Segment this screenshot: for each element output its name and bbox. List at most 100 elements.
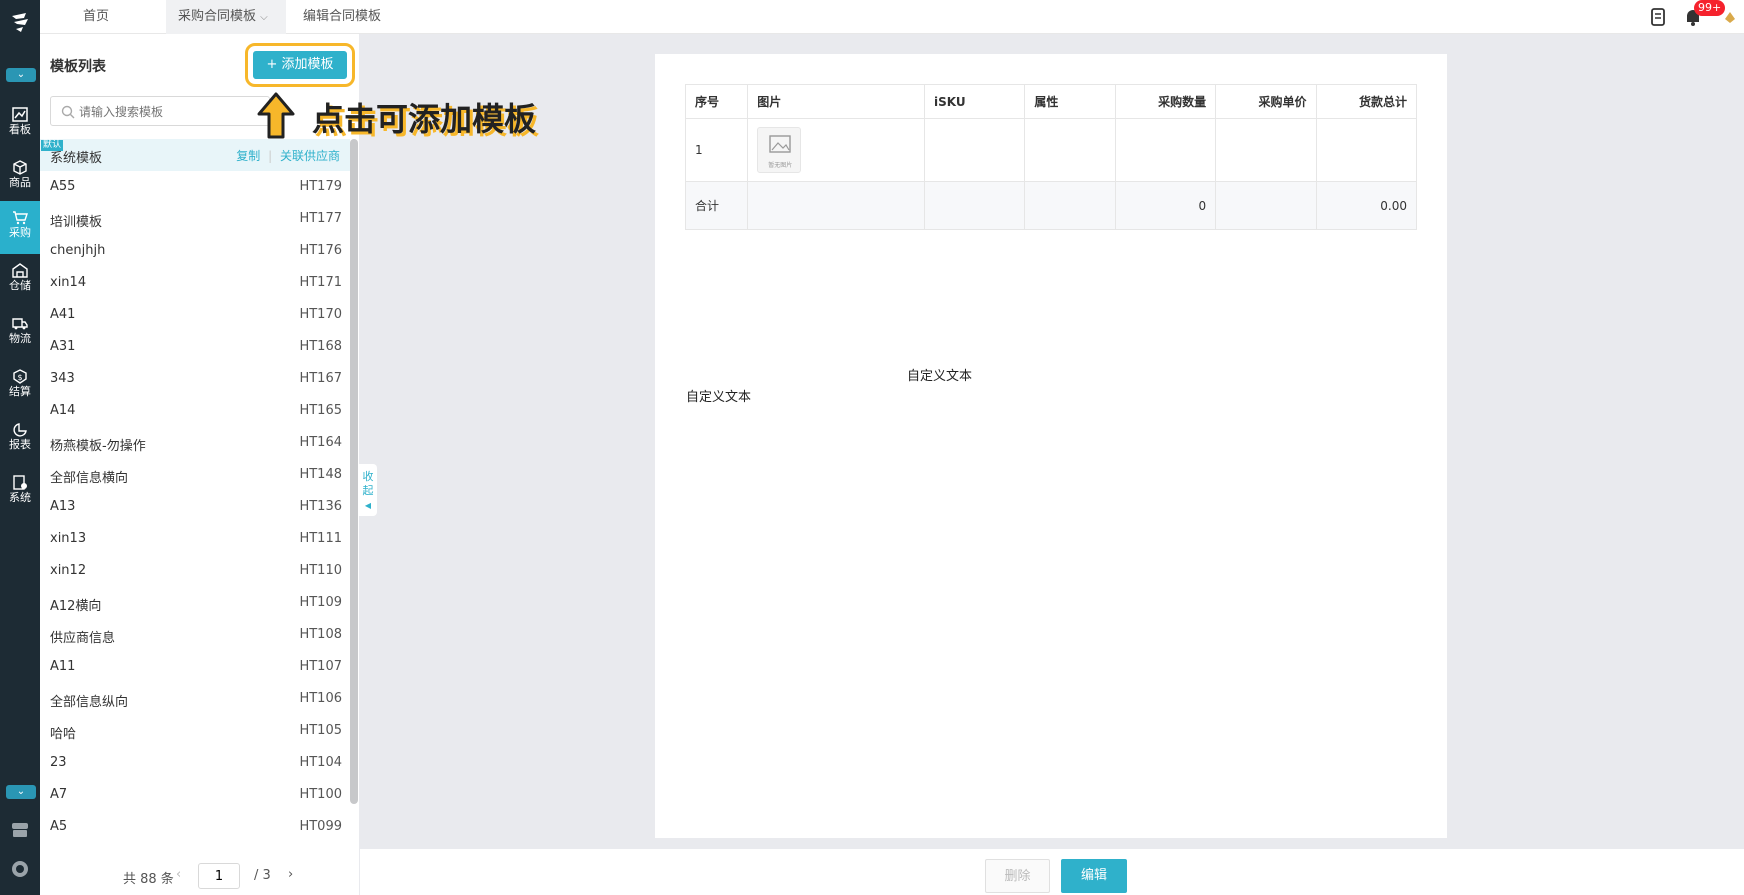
image-icon [769, 135, 791, 153]
list-item[interactable]: 全部信息纵向 HT106 [40, 683, 350, 715]
template-name: 培训模板 [50, 215, 103, 230]
nav-label: 采购 [9, 226, 31, 239]
template-name: A5 [50, 819, 68, 834]
caret-left-icon: ◀ [364, 501, 372, 510]
cart-icon [13, 211, 28, 225]
list-item[interactable]: A41 HT170 [40, 299, 350, 331]
template-code: HT104 [299, 755, 342, 770]
tab-label: 采购合同模板 [178, 9, 257, 24]
add-template-button[interactable]: + 添加模板 [253, 51, 347, 79]
total-empty [1024, 181, 1116, 230]
search-input[interactable] [79, 102, 259, 122]
cell-attributes [1024, 118, 1116, 182]
total-count: 共 88 条 [123, 872, 174, 887]
image-placeholder: 暂无图片 [757, 127, 802, 173]
document-icon[interactable] [1650, 7, 1668, 27]
tab-home[interactable]: 首页 [83, 0, 143, 34]
chevron-down-icon[interactable]: ⌵ [260, 12, 268, 23]
prev-page-icon[interactable]: ‹ [176, 867, 181, 882]
list-item[interactable]: 杨燕模板-勿操作 HT164 [40, 427, 350, 459]
divider: | [268, 149, 273, 163]
list-item[interactable]: A7 HT100 [40, 779, 350, 811]
chevron-down-icon[interactable]: ⌄ [6, 785, 36, 799]
tab-purchase-contract-template[interactable]: 采购合同模板 ⌵ × [166, 0, 286, 59]
list-item[interactable]: A5 HT099 [40, 811, 350, 843]
pie-chart-icon [13, 423, 27, 437]
dollar-icon: $ [13, 369, 27, 384]
template-code: HT108 [299, 627, 342, 642]
chevron-down-icon[interactable]: ⌄ [6, 68, 36, 82]
tab-label: 首页 [83, 9, 110, 24]
template-code: HT171 [299, 275, 342, 290]
list-item[interactable]: A31 HT168 [40, 331, 350, 363]
list-item[interactable]: chenjhjh HT176 [40, 235, 350, 267]
copy-link[interactable]: 复制 [236, 149, 260, 163]
list-item[interactable]: A13 HT136 [40, 491, 350, 523]
contract-preview: 序号 图片 iSKU 属性 采购数量 采购单价 货款总计 1 暂无图片 合计 0… [655, 54, 1447, 838]
list-item[interactable]: A11 HT107 [40, 651, 350, 683]
template-name: xin13 [50, 531, 87, 546]
next-page-icon[interactable]: › [288, 867, 293, 882]
list-scrollbar[interactable] [350, 139, 358, 804]
total-pages: / 3 [254, 868, 271, 883]
nav-item-purchase[interactable]: 采购 [0, 201, 40, 254]
cell-image: 暂无图片 [747, 118, 925, 182]
list-item[interactable]: 供应商信息 HT108 [40, 619, 350, 651]
edit-button[interactable]: 编辑 [1061, 859, 1127, 893]
list-item[interactable]: A12横向 HT109 [40, 587, 350, 619]
nav-item-system[interactable]: 系统 [0, 466, 40, 519]
nav-label: 仓储 [9, 279, 31, 292]
link-supplier-link[interactable]: 关联供应商 [280, 149, 340, 163]
support-icon[interactable] [10, 859, 30, 879]
total-empty [1215, 181, 1317, 230]
list-item[interactable]: A14 HT165 [40, 395, 350, 427]
list-item[interactable]: 全部信息横向 HT148 [40, 459, 350, 491]
store-icon[interactable] [10, 820, 30, 840]
template-code: HT099 [299, 819, 342, 834]
template-code: HT111 [299, 531, 342, 546]
tab-label: 编辑合同模板 [303, 9, 382, 24]
delete-button[interactable]: 删除 [985, 859, 1050, 893]
list-item[interactable]: xin14 HT171 [40, 267, 350, 299]
truck-icon [12, 318, 28, 330]
nav-item-products[interactable]: 商品 [0, 151, 40, 204]
list-item[interactable]: xin13 HT111 [40, 523, 350, 555]
template-code: HT170 [299, 307, 342, 322]
nav-label: 结算 [9, 385, 31, 398]
nav-item-logistics[interactable]: 物流 [0, 307, 40, 360]
list-item[interactable]: 培训模板 HT177 [40, 203, 350, 235]
tab-edit-contract-template[interactable]: 编辑合同模板 [303, 0, 413, 34]
table-row: 1 暂无图片 [684, 118, 1418, 182]
collapse-panel-button[interactable]: 收起 ◀ [359, 464, 377, 516]
pagination: 共 88 条 ‹ / 3 › [40, 859, 359, 895]
notification-badge: 99+ [1694, 0, 1726, 16]
action-footer: 删除 编辑 [360, 849, 1744, 895]
list-item[interactable]: A55 HT179 [40, 171, 350, 203]
template-name: A14 [50, 403, 76, 418]
template-code: HT107 [299, 659, 342, 674]
cell-index: 1 [684, 118, 749, 182]
nav-item-dashboard[interactable]: 看板 [0, 98, 40, 151]
template-list: 默认 系统模板 复制 | 关联供应商 A55 HT179 培训模板 HT177 chen… [40, 139, 350, 852]
nav-item-reports[interactable]: 报表 [0, 413, 40, 466]
template-code: HT167 [299, 371, 342, 386]
list-item[interactable]: 23 HT104 [40, 747, 350, 779]
template-name: A41 [50, 307, 76, 322]
total-amount: 0.00 [1315, 181, 1418, 230]
list-item[interactable]: xin12 HT110 [40, 555, 350, 587]
template-name: xin14 [50, 275, 87, 290]
panel-title: 模板列表 [50, 59, 106, 75]
list-item[interactable]: 343 HT167 [40, 363, 350, 395]
list-item-system-template[interactable]: 默认 系统模板 复制 | 关联供应商 [40, 139, 350, 171]
add-template-label: 添加模板 [281, 57, 334, 72]
nav-item-warehouse[interactable]: 仓储 [0, 254, 40, 307]
template-name: xin12 [50, 563, 87, 578]
template-code: HT109 [299, 595, 342, 610]
template-name: A7 [50, 787, 68, 802]
list-item[interactable]: 888886633669 HT096 [40, 843, 350, 852]
list-item[interactable]: 哈哈 HT105 [40, 715, 350, 747]
custom-text-left: 自定义文本 [686, 390, 752, 405]
search-field[interactable] [50, 96, 270, 126]
page-input[interactable] [198, 863, 240, 889]
nav-item-settlement[interactable]: $ 结算 [0, 360, 40, 413]
